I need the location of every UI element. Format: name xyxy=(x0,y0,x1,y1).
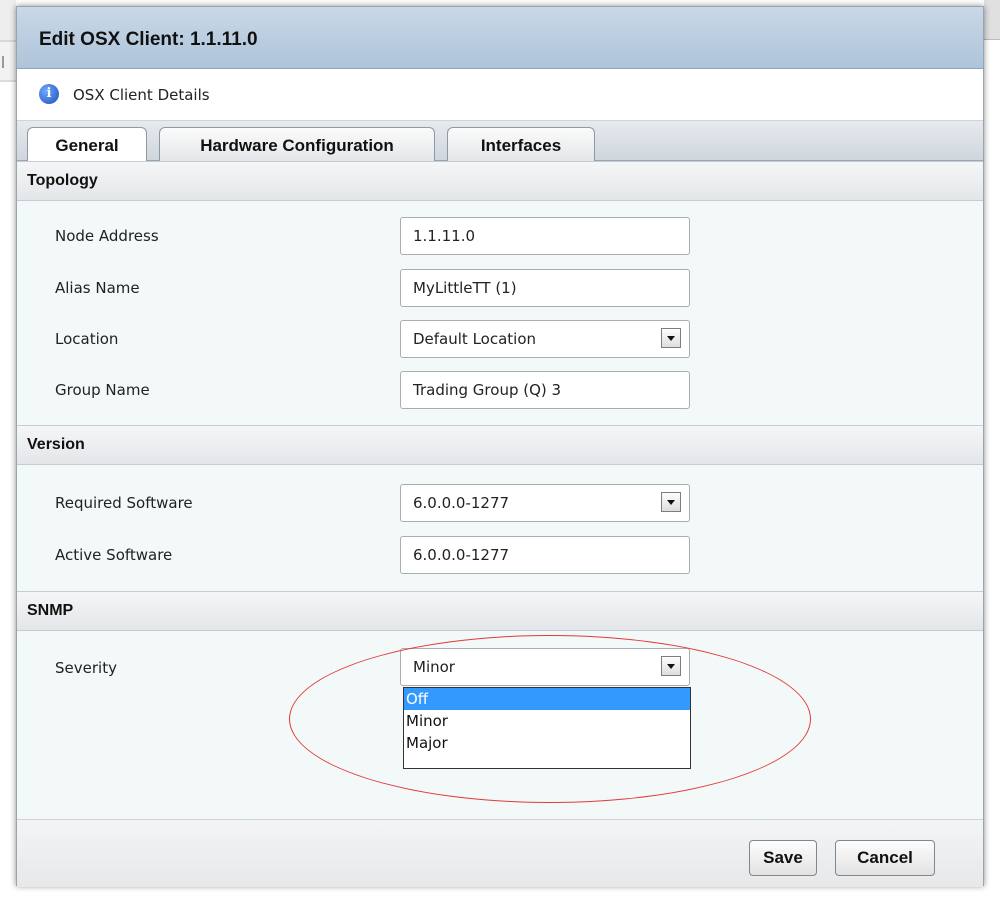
tab-strip: General Hardware Configuration Interface… xyxy=(17,121,983,162)
severity-option-minor[interactable]: Minor xyxy=(404,710,690,732)
cancel-button[interactable]: Cancel xyxy=(835,840,935,876)
active-software-field[interactable]: 6.0.0.0-1277 xyxy=(400,536,690,574)
chevron-down-icon[interactable] xyxy=(661,492,681,512)
alias-name-field[interactable]: MyLittleTT (1) xyxy=(400,269,690,307)
details-label: OSX Client Details xyxy=(73,86,210,104)
background-page-left xyxy=(0,0,16,897)
tab-interfaces[interactable]: Interfaces xyxy=(447,127,595,161)
severity-label: Severity xyxy=(55,659,117,677)
alias-name-label: Alias Name xyxy=(55,279,140,297)
tab-general[interactable]: General xyxy=(27,127,147,162)
dialog-footer: Save Cancel xyxy=(17,819,983,887)
required-software-select[interactable]: 6.0.0.0-1277 xyxy=(400,484,690,522)
severity-select-value: Minor xyxy=(413,658,455,676)
section-header-snmp: SNMP xyxy=(17,591,983,631)
severity-dropdown-list: Off Minor Major xyxy=(403,687,691,769)
background-page-right xyxy=(984,0,1000,897)
dialog-title-bar[interactable]: Edit OSX Client: 1.1.11.0 xyxy=(17,7,983,69)
active-software-label: Active Software xyxy=(55,546,173,564)
info-icon: i xyxy=(39,84,59,104)
edit-client-dialog: Edit OSX Client: 1.1.11.0 i OSX Client D… xyxy=(16,6,984,887)
tab-hardware-configuration[interactable]: Hardware Configuration xyxy=(159,127,435,161)
severity-option-off[interactable]: Off xyxy=(404,688,690,710)
location-label: Location xyxy=(55,330,119,348)
node-address-label: Node Address xyxy=(55,227,159,245)
group-name-label: Group Name xyxy=(55,381,150,399)
dialog-title: Edit OSX Client: 1.1.11.0 xyxy=(39,29,258,50)
location-select-value: Default Location xyxy=(413,330,537,348)
section-header-topology: Topology xyxy=(17,161,983,201)
required-software-label: Required Software xyxy=(55,494,193,512)
group-name-field[interactable]: Trading Group (Q) 3 xyxy=(400,371,690,409)
chevron-down-icon[interactable] xyxy=(661,656,681,676)
required-software-value: 6.0.0.0-1277 xyxy=(413,494,510,512)
section-header-version: Version xyxy=(17,425,983,465)
node-address-field[interactable]: 1.1.11.0 xyxy=(400,217,690,255)
severity-select[interactable]: Minor xyxy=(400,648,690,686)
save-button[interactable]: Save xyxy=(749,840,817,876)
location-select[interactable]: Default Location xyxy=(400,320,690,358)
details-bar: i OSX Client Details xyxy=(17,69,983,121)
severity-option-major[interactable]: Major xyxy=(404,732,690,754)
chevron-down-icon[interactable] xyxy=(661,328,681,348)
